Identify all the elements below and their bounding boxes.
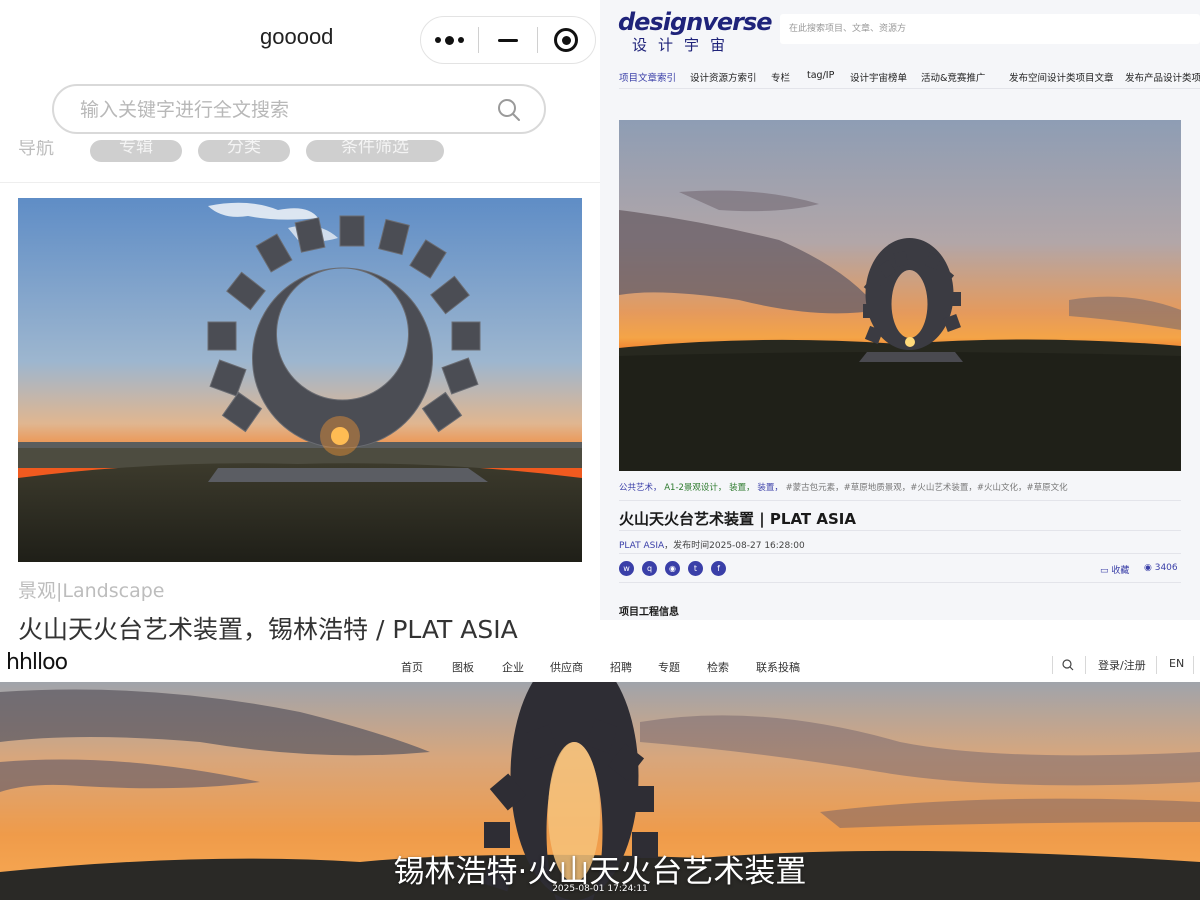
view-count-value: 3406 xyxy=(1154,563,1178,573)
minimize-icon xyxy=(497,38,518,42)
divider xyxy=(619,530,1181,531)
gooood-panel: gooood 导航 专辑 分类 条件筛选 xyxy=(0,0,600,650)
tag-installation[interactable]: 装置， xyxy=(729,483,755,493)
eye-icon: ◉ xyxy=(1144,563,1152,573)
nav-item-boards[interactable]: 图板 xyxy=(452,659,474,675)
search-icon[interactable] xyxy=(496,97,522,127)
article-title: 火山天火台艺术装置 | PLAT ASIA xyxy=(619,510,856,528)
favorite-button[interactable]: ▭ 收藏 xyxy=(1100,563,1129,576)
article-title[interactable]: 火山天火台艺术装置，锡林浩特 / PLAT ASIA xyxy=(18,610,518,646)
facebook-icon[interactable]: f xyxy=(711,561,726,576)
hero-date: 2025-08-01 17:24:11 xyxy=(552,884,648,894)
tag-list: 公共艺术， A1-2景观设计， 装置， 装置， #蒙古包元素，#草原地质景观，#… xyxy=(619,481,1068,493)
nav-item-publish-product[interactable]: 发布产品设计类项目 xyxy=(1125,70,1200,84)
search-bar xyxy=(780,14,1200,44)
nav-item-suppliers[interactable]: 供应商 xyxy=(550,659,583,675)
folder-icon: ▭ xyxy=(1100,566,1109,576)
divider xyxy=(619,582,1181,583)
nav-item-columns[interactable]: 专栏 xyxy=(771,70,790,84)
mini-program-capsule xyxy=(420,16,596,64)
login-register-link[interactable]: 登录/注册 xyxy=(1098,657,1146,673)
hashtag-list[interactable]: #蒙古包元素，#草原地质景观，#火山艺术装置，#火山文化，#草原文化 xyxy=(786,483,1068,493)
article-cover-image[interactable] xyxy=(18,198,582,562)
site-logo[interactable]: designverse xyxy=(618,8,773,36)
search-input[interactable] xyxy=(780,14,1200,44)
chip-albums[interactable]: 专辑 xyxy=(90,140,182,162)
search-bar xyxy=(52,84,546,134)
nav-item-rankings[interactable]: 设计宇宙榜单 xyxy=(850,70,907,84)
minimize-button[interactable] xyxy=(479,17,536,63)
nav-item-home[interactable]: 首页 xyxy=(401,659,423,675)
nav-item-jobs[interactable]: 招聘 xyxy=(610,659,632,675)
nav-item-resource-index[interactable]: 设计资源方索引 xyxy=(690,70,757,84)
nav-item-project-index[interactable]: 项目文章索引 xyxy=(619,70,676,84)
more-button[interactable] xyxy=(421,17,478,63)
nav-item-submit[interactable]: 联系投稿 xyxy=(756,659,800,675)
filter-nav: 导航 专辑 分类 条件筛选 xyxy=(18,140,598,164)
chip-categories[interactable]: 分类 xyxy=(198,140,290,162)
nav-item-publish-space[interactable]: 发布空间设计类项目文章 xyxy=(1009,70,1114,84)
nav-item-events[interactable]: 活动&竞赛推广 xyxy=(921,70,985,84)
divider xyxy=(619,500,1181,501)
app-title: gooood xyxy=(260,24,334,49)
nav-item-search[interactable]: 检索 xyxy=(707,659,729,675)
qq-icon[interactable]: q xyxy=(642,561,657,576)
site-logo-chinese: 设计宇宙 xyxy=(632,36,737,54)
search-input[interactable] xyxy=(80,96,480,124)
divider xyxy=(1085,656,1086,674)
screenshot-collage: gooood 导航 专辑 分类 条件筛选 xyxy=(0,0,1200,900)
nav-item-tags[interactable]: tag/IP xyxy=(807,70,834,81)
designverse-panel: designverse 设计宇宙 项目文章索引 设计资源方索引 专栏 tag/I… xyxy=(600,0,1200,620)
twitter-icon[interactable]: t xyxy=(688,561,703,576)
divider xyxy=(1193,656,1194,674)
tag-public-art[interactable]: 公共艺术， xyxy=(619,483,662,493)
tag-installation[interactable]: 装置， xyxy=(757,483,783,493)
nav-item-companies[interactable]: 企业 xyxy=(502,659,524,675)
favorite-label: 收藏 xyxy=(1111,566,1130,576)
divider xyxy=(0,182,600,183)
author-link[interactable]: PLAT ASIA xyxy=(619,541,664,551)
view-count: ◉ 3406 xyxy=(1144,563,1178,573)
weibo-icon[interactable]: w xyxy=(619,561,634,576)
nav-item-topics[interactable]: 专题 xyxy=(658,659,680,675)
article-meta: PLAT ASIA，发布时间2025-08-27 16:28:00 xyxy=(619,538,805,551)
search-icon[interactable] xyxy=(1062,656,1074,675)
more-dots-icon xyxy=(435,35,465,45)
record-icon xyxy=(554,28,579,52)
tag-landscape[interactable]: A1-2景观设计， xyxy=(664,483,726,493)
nav-label: 导航 xyxy=(18,140,54,159)
section-heading: 项目工程信息 xyxy=(619,607,679,618)
site-logo[interactable]: hhlloo xyxy=(6,650,68,675)
language-toggle[interactable]: EN xyxy=(1169,657,1184,670)
article-category[interactable]: 景观|Landscape xyxy=(18,576,164,603)
nav-divider xyxy=(619,88,1200,89)
divider xyxy=(619,553,1181,554)
article-hero-image[interactable] xyxy=(619,120,1181,471)
close-mini-program-button[interactable] xyxy=(538,17,595,63)
chip-filters[interactable]: 条件筛选 xyxy=(306,140,444,162)
divider xyxy=(1052,656,1053,674)
divider xyxy=(1156,656,1157,674)
publish-time: ，发布时间2025-08-27 16:28:00 xyxy=(664,541,805,551)
wechat-icon[interactable]: ◉ xyxy=(665,561,680,576)
